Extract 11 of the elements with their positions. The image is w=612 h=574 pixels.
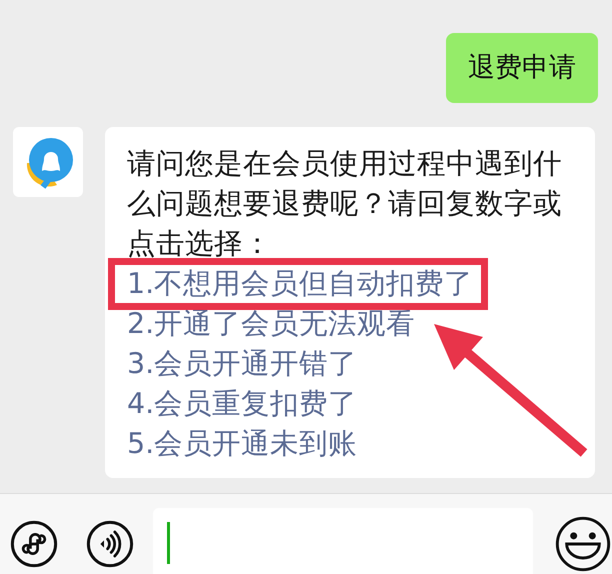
avatar-icon[interactable] <box>13 127 83 197</box>
message-bubble: 退费申请 <box>446 33 598 103</box>
option-link[interactable]: 3.会员开通开错了 <box>127 344 358 384</box>
emoji-icon[interactable] <box>555 516 611 572</box>
input-field[interactable] <box>153 508 533 574</box>
option-link[interactable]: 4.会员重复扣费了 <box>127 384 358 424</box>
voice-icon[interactable] <box>86 520 134 568</box>
message-text: 请问您是在会员使用过程中遇到什么问题想要退费呢？请回复数字或点击选择： <box>127 146 563 262</box>
option-link[interactable]: 1.不想用会员但自动扣费了 <box>127 264 474 304</box>
option-link[interactable]: 5.会员开通未到账 <box>127 424 358 464</box>
option-link[interactable]: 2.开通了会员无法观看 <box>127 304 416 344</box>
